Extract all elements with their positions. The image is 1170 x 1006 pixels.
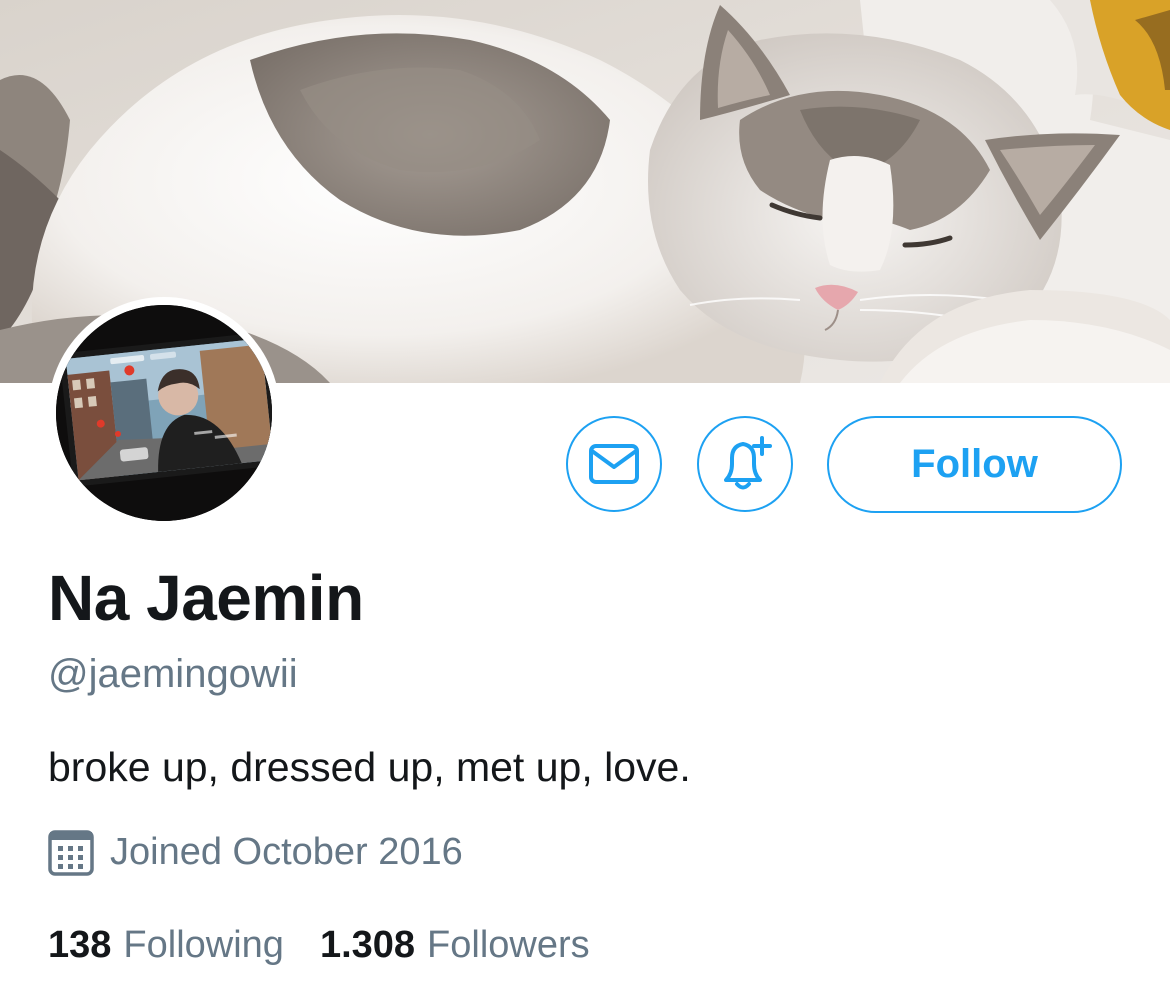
envelope-icon [588, 443, 640, 485]
user-handle: @jaemingowii [48, 652, 298, 696]
bell-plus-icon [718, 436, 772, 492]
joined-date: Joined October 2016 [110, 831, 463, 873]
following-count: 138 [48, 924, 112, 966]
profile-page: Follow Na Jaemin @jaemingowii broke up, … [0, 0, 1170, 1006]
notifications-button[interactable] [697, 416, 793, 512]
followers-count: 1.308 [319, 924, 416, 966]
calendar-icon [48, 828, 94, 876]
profile-stats: 138 Following 1.308 Followers [48, 918, 590, 972]
avatar-image [56, 305, 272, 521]
profile-avatar[interactable] [48, 297, 280, 529]
profile-bio: broke up, dressed up, met up, love. [48, 744, 691, 790]
followers-link[interactable]: 1.308 Followers [320, 918, 590, 972]
display-name: Na Jaemin [48, 562, 364, 634]
follow-button[interactable]: Follow [827, 416, 1122, 513]
joined-date-row: Joined October 2016 [48, 826, 463, 878]
message-button[interactable] [566, 416, 662, 512]
following-link[interactable]: 138 Following [48, 918, 284, 972]
followers-label: Followers [427, 924, 590, 966]
following-label: Following [123, 924, 284, 966]
follow-button-label: Follow [911, 442, 1038, 486]
